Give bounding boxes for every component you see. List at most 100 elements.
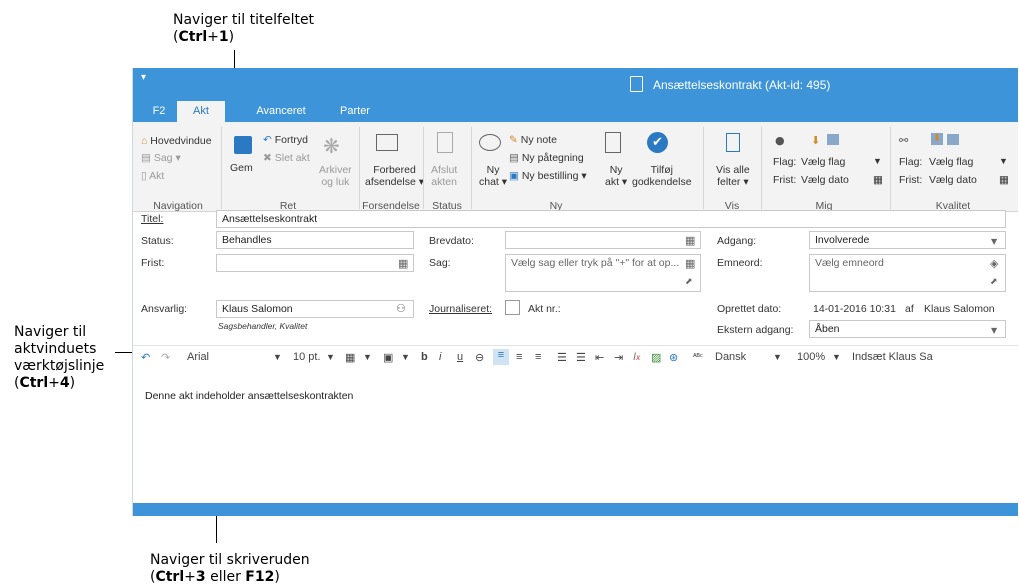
text-color-icon[interactable]: ▣	[383, 351, 393, 364]
annotation-icon: ▤	[509, 152, 519, 164]
tab-parter[interactable]: Parter	[327, 101, 383, 122]
strikethrough-icon[interactable]: ⊖	[475, 351, 484, 364]
indent-icon[interactable]: ⇥	[614, 351, 623, 364]
language-chevron-down-icon[interactable]: ▼	[773, 352, 782, 362]
status-field[interactable]: Behandles	[216, 231, 414, 249]
zoom-select[interactable]: 100%	[797, 351, 825, 363]
slet-akt-button[interactable]: ✖ Slet akt	[263, 152, 310, 164]
ekstern-adgang-select[interactable]: Åben	[809, 320, 1006, 338]
separator	[761, 127, 762, 209]
underline-icon[interactable]: u	[457, 351, 463, 363]
bold-icon[interactable]: b	[421, 351, 428, 363]
editor-text: Denne akt indeholder ansættelseskontrakt…	[145, 390, 354, 402]
highlight-color-icon[interactable]: ▦	[345, 351, 355, 364]
redo-icon[interactable]: ↷	[161, 351, 170, 364]
callout-toolbar-text-3: værktøjslinje	[14, 358, 105, 374]
ekstern-chevron-down-icon[interactable]: ▼	[991, 325, 997, 336]
kvalitet-flag-dropdown[interactable]: Vælg flag	[929, 156, 973, 168]
mig-flag-chevron-down-icon[interactable]: ▼	[873, 156, 882, 166]
mig-flag-dropdown[interactable]: Vælg flag	[801, 156, 845, 168]
mig-frist-datepicker[interactable]: Vælg dato	[801, 174, 849, 186]
status-bar	[133, 503, 1018, 516]
brevdato-datepicker[interactable]	[505, 231, 701, 249]
tilfoej-godkendelse-button[interactable]: Tilføj godkendelse	[632, 164, 692, 188]
emneord-label: Emneord:	[717, 257, 763, 269]
vis-alle-felter-button[interactable]: Vis alle felter ▾	[716, 164, 750, 188]
tag-icon[interactable]: ◈	[990, 258, 998, 269]
image-icon[interactable]: ▨	[651, 351, 661, 364]
tab-avanceret[interactable]: Avanceret	[245, 101, 317, 122]
spellcheck-icon[interactable]: ᴬᴮᶜ	[693, 352, 703, 361]
numbered-list-icon[interactable]: ☰	[557, 351, 567, 364]
sag-picker[interactable]: Vælg sag eller tryk på "+" for at op...	[505, 254, 701, 292]
ny-akt-button[interactable]: Ny akt ▾	[605, 164, 627, 188]
ny-note-button[interactable]: ✎ Ny note	[509, 134, 557, 146]
open-link-icon[interactable]: ⬈	[990, 277, 998, 288]
link-icon[interactable]: ⊛	[669, 351, 678, 364]
size-chevron-down-icon[interactable]: ▼	[326, 352, 335, 362]
sag-button[interactable]: ▤ Sag ▾	[141, 152, 181, 164]
mig-frist-label: Frist:	[773, 174, 797, 186]
align-left-icon[interactable]: ≡	[493, 349, 509, 365]
callout-toolbar-shortcut: Naviger til aktvinduets værktøjslinje (C…	[14, 324, 104, 392]
arkiver-button[interactable]: Arkiver og luk	[319, 164, 352, 188]
editor-toolbar: ↶ ↷ Arial ▼ 10 pt. ▼ ▦ ▼ ▣ ▼ b i u ⊖ ≡ ≡…	[133, 345, 1018, 371]
italic-icon[interactable]: i	[439, 351, 441, 363]
afslut-akten-button[interactable]: Afslut akten	[431, 164, 457, 188]
undo-icon[interactable]: ↶	[141, 351, 150, 364]
journaliseret-label: Journaliseret:	[429, 303, 493, 315]
insert-signature-button[interactable]: Indsæt Klaus Sa	[852, 351, 933, 363]
editor-pane[interactable]: Denne akt indeholder ansættelseskontrakt…	[133, 370, 1018, 503]
adgang-select[interactable]: Involverede	[809, 231, 1006, 249]
hovedvindue-button[interactable]: ⌂ Hovedvindue	[141, 135, 212, 147]
ny-chat-button[interactable]: Ny chat ▾	[479, 164, 507, 188]
kvalitet-calendar-icon[interactable]: ▦	[999, 174, 1009, 186]
frist-calendar-icon[interactable]: ▦	[398, 258, 408, 269]
zoom-chevron-down-icon[interactable]: ▼	[832, 352, 841, 362]
gem-button[interactable]: Gem	[230, 162, 253, 174]
align-center-icon[interactable]: ≡	[516, 351, 522, 363]
tab-akt[interactable]: Akt	[177, 101, 225, 122]
open-link-icon[interactable]: ⬈	[685, 277, 693, 288]
ansvarlig-field[interactable]: Klaus Salomon	[216, 300, 414, 318]
highlight-chevron-down-icon[interactable]: ▼	[363, 352, 372, 362]
font-size-select[interactable]: 10 pt.	[293, 351, 321, 363]
quick-access-dropdown[interactable]: ▾	[141, 72, 146, 83]
callout-toolbar-text-1: Naviger til	[14, 324, 87, 340]
align-right-icon[interactable]: ≡	[535, 351, 541, 363]
fortryd-button[interactable]: ↶ Fortryd	[263, 134, 308, 146]
bullet-list-icon[interactable]: ☰	[576, 351, 586, 364]
titel-label: Titel:	[141, 213, 164, 225]
callout-editor-keys: (Ctrl+3 eller F12)	[150, 569, 280, 585]
ny-paategning-button[interactable]: ▤ Ny påtegning	[509, 152, 584, 164]
brevdato-label: Brevdato:	[429, 235, 474, 247]
clear-formatting-icon[interactable]: Ix	[633, 351, 640, 363]
titel-input[interactable]: Ansættelseskontrakt	[216, 210, 1006, 228]
brevdato-calendar-icon[interactable]: ▦	[685, 235, 695, 246]
ny-bestilling-button[interactable]: ▣ Ny bestilling ▾	[509, 170, 587, 182]
separator	[221, 127, 222, 209]
people-icon[interactable]: ⚇	[396, 303, 406, 314]
font-chevron-down-icon[interactable]: ▼	[273, 352, 282, 362]
color-chevron-down-icon[interactable]: ▼	[401, 352, 410, 362]
outdent-icon[interactable]: ⇤	[595, 351, 604, 364]
callout-editor-text: Naviger til skriveruden	[150, 552, 310, 568]
akt-button[interactable]: ▯ Akt	[141, 170, 164, 182]
page-icon: ▯	[141, 170, 147, 182]
font-select[interactable]: Arial	[187, 351, 209, 363]
person-icon: ●	[775, 134, 785, 147]
forbered-afsendelse-button[interactable]: Forbered afsendelse ▾	[365, 164, 424, 188]
language-select[interactable]: Dansk	[715, 351, 746, 363]
frist-datepicker[interactable]	[216, 254, 414, 272]
kvalitet-frist-datepicker[interactable]: Vælg dato	[929, 174, 977, 186]
case-icon[interactable]: ▦	[685, 258, 695, 269]
adgang-chevron-down-icon[interactable]: ▼	[991, 236, 997, 247]
adgang-label: Adgang:	[717, 235, 757, 247]
mig-calendar-icon[interactable]: ▦	[873, 174, 883, 186]
title-bar: ▾ Ansættelseskontrakt (Akt-id: 495)	[133, 68, 1018, 101]
tab-f2[interactable]: F2	[141, 101, 177, 122]
journaliseret-checkbox[interactable]	[505, 300, 520, 315]
emneord-picker[interactable]: Vælg emneord	[809, 254, 1006, 292]
kvalitet-flag-chevron-down-icon[interactable]: ▼	[999, 156, 1008, 166]
akt-nr-label: Akt nr.:	[528, 303, 561, 315]
